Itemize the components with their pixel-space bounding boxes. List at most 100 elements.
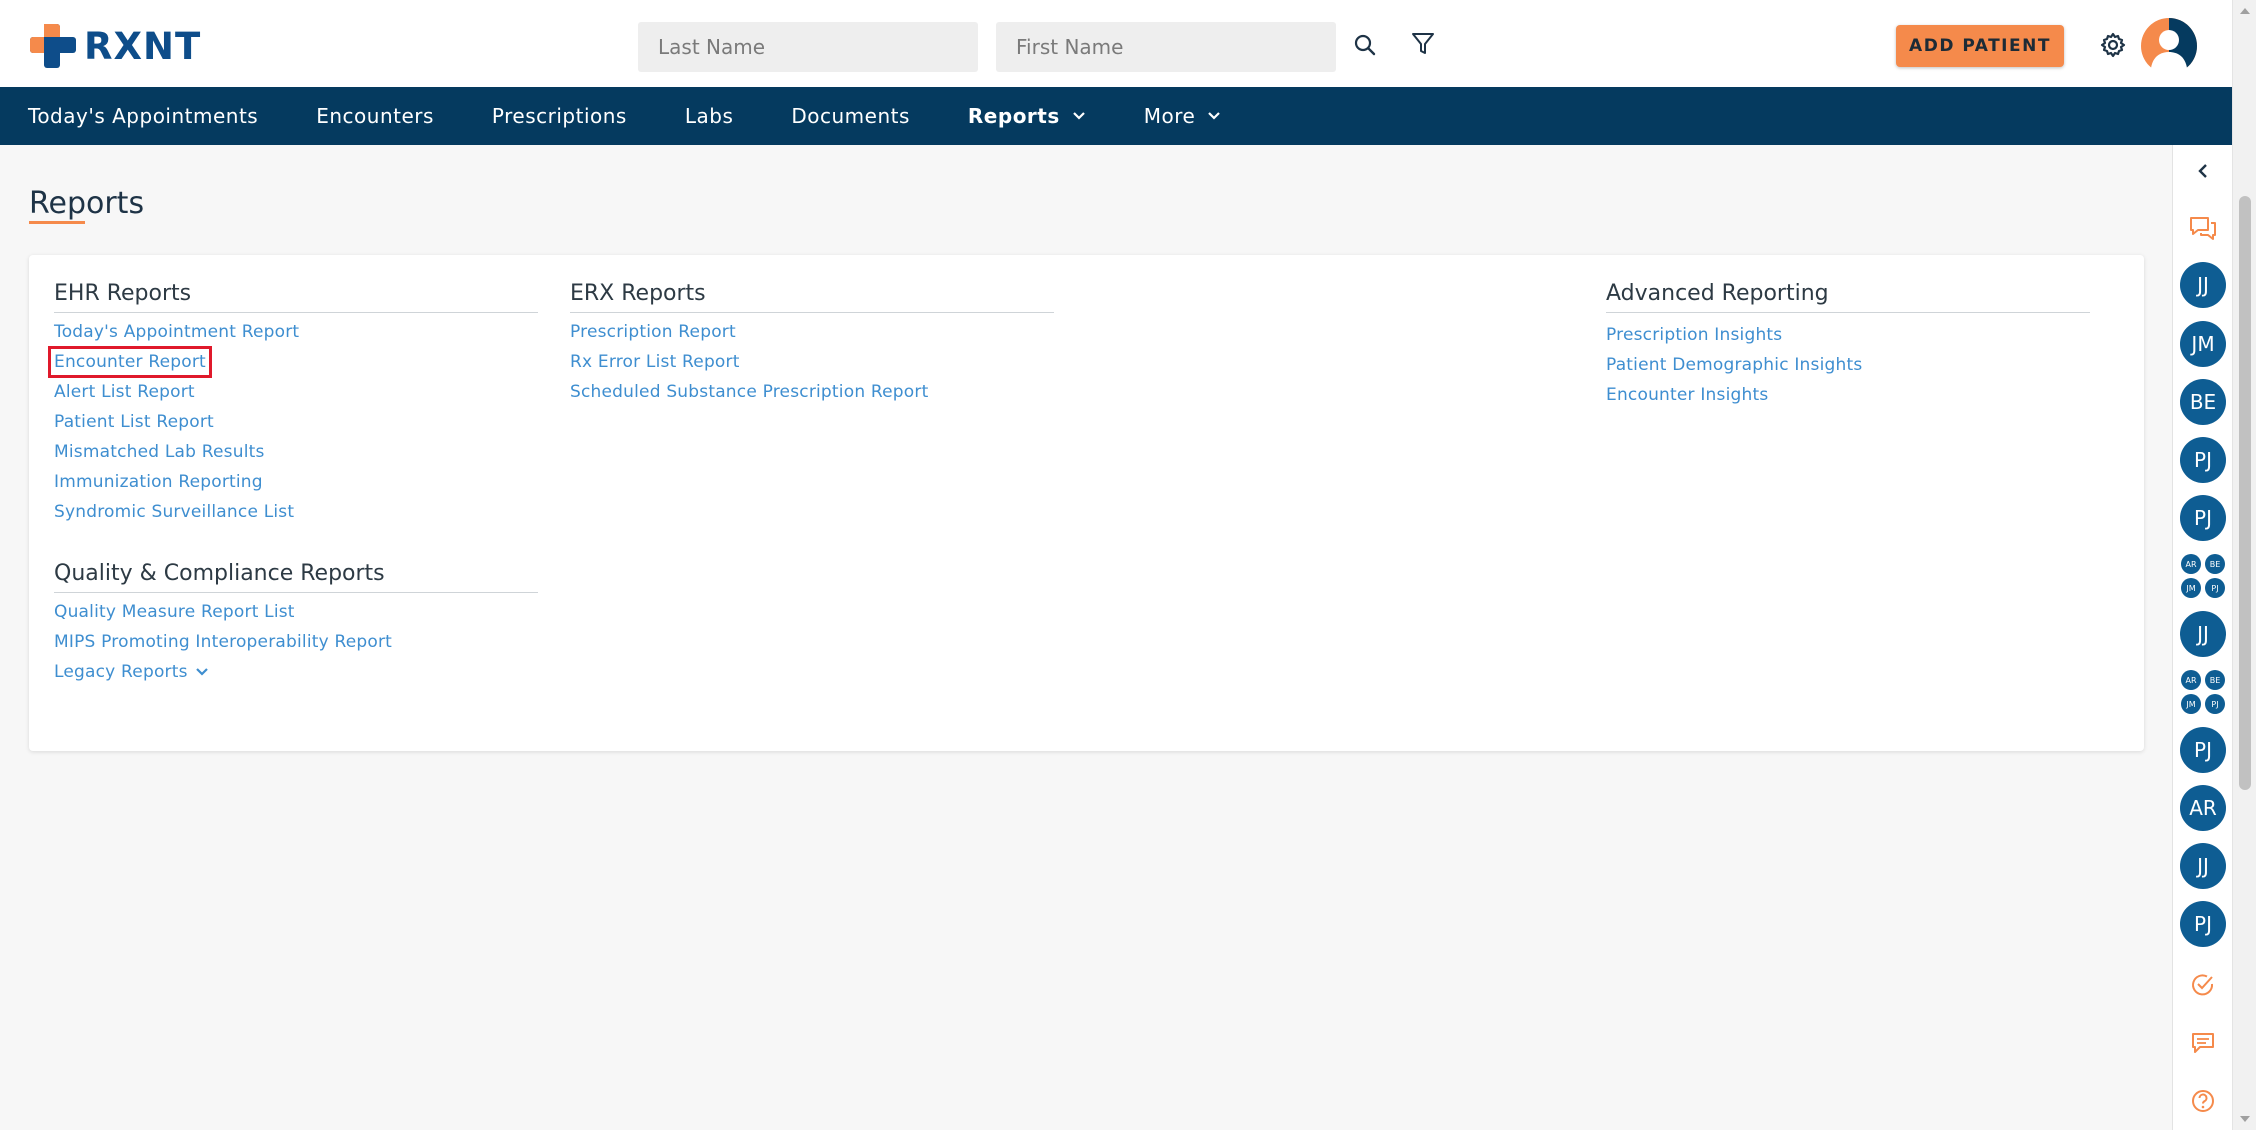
list-item: Rx Error List Report bbox=[570, 347, 1054, 377]
nav-label: More bbox=[1143, 104, 1196, 128]
ehr-report-list: Today's Appointment Report Encounter Rep… bbox=[48, 317, 538, 527]
chevron-down-icon bbox=[1207, 111, 1221, 121]
section-title: Quality & Compliance Reports bbox=[54, 561, 538, 593]
tasks-button[interactable] bbox=[2173, 967, 2233, 1003]
group-avatar-item[interactable]: AR BE JM PJ bbox=[2173, 667, 2233, 717]
search-button[interactable] bbox=[1350, 30, 1380, 60]
first-name-input[interactable] bbox=[996, 22, 1336, 72]
avatar: JJ bbox=[2180, 843, 2226, 889]
avatar: PJ bbox=[2180, 437, 2226, 483]
scroll-down-arrow[interactable] bbox=[2240, 1116, 2250, 1122]
nav-more[interactable]: More bbox=[1115, 87, 1251, 145]
avatar-item[interactable]: PJ bbox=[2173, 493, 2233, 543]
avatar-item[interactable]: PJ bbox=[2173, 899, 2233, 949]
main-nav: Today's Appointments Encounters Prescrip… bbox=[0, 87, 2232, 145]
advanced-reporting-section: Advanced Reporting Prescription Insights… bbox=[1606, 281, 2090, 410]
avatar: PJ bbox=[2180, 901, 2226, 947]
brand-name: RXNT bbox=[84, 24, 202, 68]
nav-label: Encounters bbox=[316, 104, 434, 128]
avatar-item[interactable]: BE bbox=[2173, 377, 2233, 427]
rxnt-logo[interactable]: RXNT bbox=[30, 24, 201, 68]
last-name-input[interactable] bbox=[638, 22, 978, 72]
nav-todays-appointments[interactable]: Today's Appointments bbox=[0, 87, 287, 145]
avatar-item[interactable]: JJ bbox=[2173, 609, 2233, 659]
scroll-thumb[interactable] bbox=[2239, 196, 2251, 790]
reports-card: EHR Reports Today's Appointment Report E… bbox=[29, 255, 2144, 751]
mini-avatar: AR bbox=[2181, 554, 2201, 574]
prescription-insights-link[interactable]: Prescription Insights bbox=[1606, 325, 1782, 345]
group-avatar-item[interactable]: AR BE JM PJ bbox=[2173, 551, 2233, 601]
avatar: AR bbox=[2180, 785, 2226, 831]
list-item: Patient List Report bbox=[54, 407, 538, 437]
nav-label: Today's Appointments bbox=[28, 104, 259, 128]
group-avatar: AR BE JM PJ bbox=[2181, 670, 2225, 714]
chat-bubbles-icon bbox=[2190, 217, 2216, 240]
avatar-item[interactable]: PJ bbox=[2173, 435, 2233, 485]
chevron-down-icon bbox=[1072, 111, 1086, 121]
avatar-item[interactable]: AR bbox=[2173, 783, 2233, 833]
quality-report-list: Quality Measure Report List MIPS Promoti… bbox=[54, 597, 538, 687]
filter-button[interactable] bbox=[1408, 29, 1438, 59]
nav-prescriptions[interactable]: Prescriptions bbox=[463, 87, 656, 145]
mini-avatar: JM bbox=[2181, 694, 2201, 714]
mini-avatar: BE bbox=[2205, 670, 2225, 690]
list-item: Patient Demographic Insights bbox=[1606, 350, 2090, 380]
encounter-report-link[interactable]: Encounter Report bbox=[48, 346, 212, 378]
prescription-report-link[interactable]: Prescription Report bbox=[570, 322, 736, 342]
rx-error-list-report-link[interactable]: Rx Error List Report bbox=[570, 352, 740, 372]
nav-label: Labs bbox=[684, 104, 734, 128]
search-icon bbox=[1354, 34, 1376, 56]
page-title: Reports bbox=[29, 186, 145, 221]
list-item: Today's Appointment Report bbox=[54, 317, 538, 347]
mini-avatar: JM bbox=[2181, 578, 2201, 598]
avatar-item[interactable]: PJ bbox=[2173, 725, 2233, 775]
patient-list-report-link[interactable]: Patient List Report bbox=[54, 412, 214, 432]
nav-reports[interactable]: Reports bbox=[939, 87, 1115, 145]
list-item: Immunization Reporting bbox=[54, 467, 538, 497]
quality-measure-report-list-link[interactable]: Quality Measure Report List bbox=[54, 602, 295, 622]
erx-report-list: Prescription Report Rx Error List Report… bbox=[570, 317, 1054, 407]
list-item: Syndromic Surveillance List bbox=[54, 497, 538, 527]
legacy-reports-label: Legacy Reports bbox=[54, 662, 188, 682]
section-title: Advanced Reporting bbox=[1606, 281, 2090, 313]
scheduled-substance-report-link[interactable]: Scheduled Substance Prescription Report bbox=[570, 382, 928, 402]
avatar: PJ bbox=[2180, 727, 2226, 773]
rxnt-cross-icon bbox=[30, 24, 76, 68]
nav-labs[interactable]: Labs bbox=[656, 87, 763, 145]
avatar-item[interactable]: JJ bbox=[2173, 841, 2233, 891]
mismatched-lab-results-link[interactable]: Mismatched Lab Results bbox=[54, 442, 265, 462]
check-circle-icon bbox=[2192, 974, 2214, 996]
nav-label: Prescriptions bbox=[491, 104, 627, 128]
nav-documents[interactable]: Documents bbox=[762, 87, 939, 145]
chat-button[interactable] bbox=[2173, 211, 2233, 247]
group-avatar: AR BE JM PJ bbox=[2181, 554, 2225, 598]
filter-icon bbox=[1412, 33, 1434, 54]
chevron-down-icon bbox=[195, 668, 208, 676]
mips-interoperability-report-link[interactable]: MIPS Promoting Interoperability Report bbox=[54, 632, 392, 652]
advanced-report-list: Prescription Insights Patient Demographi… bbox=[1606, 320, 2090, 410]
nav-encounters[interactable]: Encounters bbox=[287, 87, 463, 145]
mini-avatar: PJ bbox=[2205, 578, 2225, 598]
collapse-rail-button[interactable] bbox=[2173, 159, 2233, 183]
scroll-up-arrow[interactable] bbox=[2240, 8, 2250, 14]
immunization-reporting-link[interactable]: Immunization Reporting bbox=[54, 472, 263, 492]
list-item: Scheduled Substance Prescription Report bbox=[570, 377, 1054, 407]
avatar-item[interactable]: JM bbox=[2173, 319, 2233, 369]
avatar: JM bbox=[2180, 321, 2226, 367]
help-button[interactable] bbox=[2173, 1083, 2233, 1119]
encounter-insights-link[interactable]: Encounter Insights bbox=[1606, 385, 1768, 405]
list-item: Encounter Insights bbox=[1606, 380, 2090, 410]
avatar: JJ bbox=[2180, 262, 2226, 308]
patient-demographic-insights-link[interactable]: Patient Demographic Insights bbox=[1606, 355, 1862, 375]
settings-button[interactable] bbox=[2096, 28, 2130, 62]
legacy-reports-toggle[interactable]: Legacy Reports bbox=[54, 662, 210, 682]
messages-button[interactable] bbox=[2173, 1025, 2233, 1061]
add-patient-button[interactable]: ADD PATIENT bbox=[1896, 25, 2064, 67]
avatar-item[interactable]: JJ bbox=[2173, 260, 2233, 310]
user-avatar[interactable] bbox=[2141, 18, 2197, 74]
scrollbar[interactable] bbox=[2232, 0, 2256, 1130]
list-item: Prescription Insights bbox=[1606, 320, 2090, 350]
syndromic-surveillance-list-link[interactable]: Syndromic Surveillance List bbox=[54, 502, 294, 522]
todays-appointment-report-link[interactable]: Today's Appointment Report bbox=[54, 322, 299, 342]
alert-list-report-link[interactable]: Alert List Report bbox=[54, 382, 195, 402]
